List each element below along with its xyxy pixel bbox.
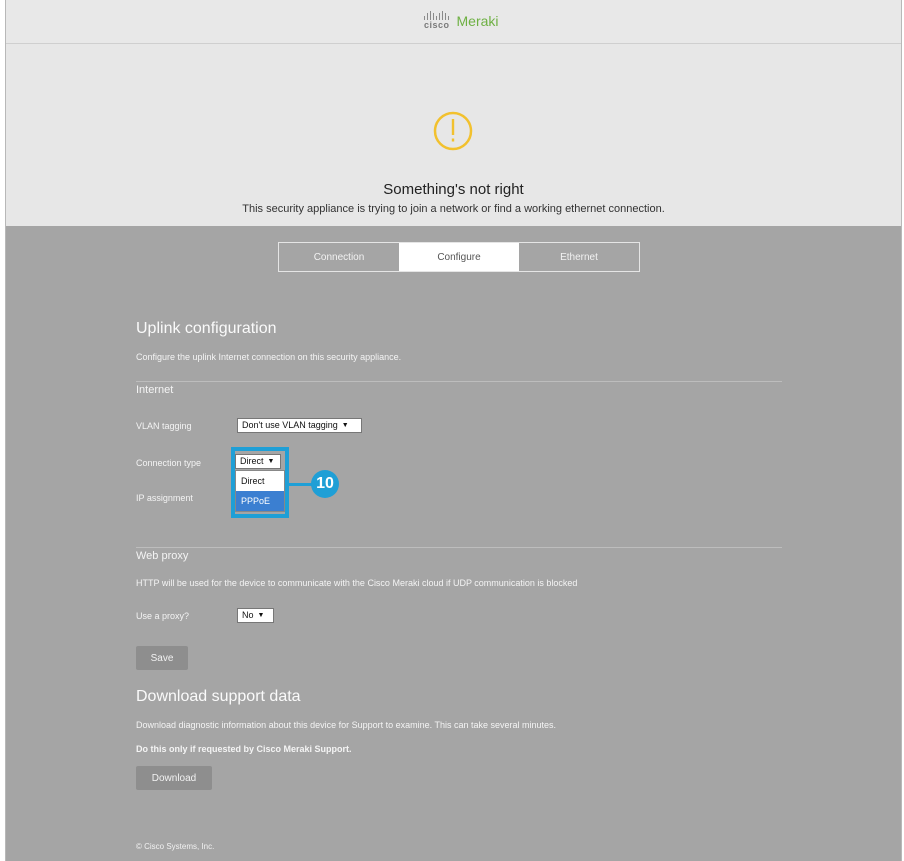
divider xyxy=(136,547,782,548)
tab-configure[interactable]: Configure xyxy=(399,243,519,271)
web-proxy-description: HTTP will be used for the device to comm… xyxy=(136,578,578,588)
use-proxy-value: No xyxy=(242,610,254,620)
divider xyxy=(136,381,782,382)
support-note: Do this only if requested by Cisco Merak… xyxy=(136,744,352,754)
dropdown-arrow-icon: ▼ xyxy=(341,422,349,429)
connection-type-label: Connection type xyxy=(136,458,202,468)
tab-bar: Connection Configure Ethernet xyxy=(278,242,640,272)
main-content: Connection Configure Ethernet Uplink con… xyxy=(6,226,901,861)
top-bar: cisco Meraki xyxy=(6,0,901,44)
status-banner: Something's not right This security appl… xyxy=(6,44,901,226)
meraki-wordmark: Meraki xyxy=(456,12,499,29)
option-direct[interactable]: Direct xyxy=(236,471,284,491)
cisco-bars-icon xyxy=(424,11,450,20)
web-proxy-title: Web proxy xyxy=(136,550,189,562)
callout-connector xyxy=(289,483,312,486)
option-pppoe[interactable]: PPPoE xyxy=(236,491,284,511)
use-proxy-label: Use a proxy? xyxy=(136,611,190,621)
connection-type-value: Direct xyxy=(240,456,264,466)
connection-type-dropdown: Direct PPPoE xyxy=(235,470,285,512)
page-frame: cisco Meraki Something's not right This … xyxy=(5,0,902,861)
vlan-tagging-label: VLAN tagging xyxy=(136,421,192,431)
footer-copyright: © Cisco Systems, Inc. xyxy=(136,842,215,851)
connection-type-select[interactable]: Direct ▼ xyxy=(235,454,281,469)
uplink-description: Configure the uplink Internet connection… xyxy=(136,352,402,362)
dropdown-arrow-icon: ▼ xyxy=(257,612,265,619)
brand-logo: cisco Meraki xyxy=(424,11,499,30)
use-proxy-select[interactable]: No ▼ xyxy=(237,608,274,623)
ip-assignment-label: IP assignment xyxy=(136,493,193,503)
step-callout-badge: 10 xyxy=(311,470,339,498)
support-description: Download diagnostic information about th… xyxy=(136,720,557,730)
cisco-wordmark: cisco xyxy=(424,20,450,30)
save-button[interactable]: Save xyxy=(136,646,188,670)
dropdown-arrow-icon: ▼ xyxy=(267,458,275,465)
tab-connection[interactable]: Connection xyxy=(279,243,399,271)
support-title: Download support data xyxy=(136,688,301,705)
tab-ethernet[interactable]: Ethernet xyxy=(519,243,639,271)
uplink-title: Uplink configuration xyxy=(136,320,277,337)
cisco-logo: cisco xyxy=(424,11,450,30)
internet-section-label: Internet xyxy=(136,384,174,396)
status-subtitle: This security appliance is trying to joi… xyxy=(242,203,665,215)
warning-icon xyxy=(433,111,473,151)
status-title: Something's not right xyxy=(383,181,524,198)
download-button[interactable]: Download xyxy=(136,766,212,790)
vlan-tagging-select[interactable]: Don't use VLAN tagging ▼ xyxy=(237,418,362,433)
vlan-tagging-value: Don't use VLAN tagging xyxy=(242,420,338,430)
